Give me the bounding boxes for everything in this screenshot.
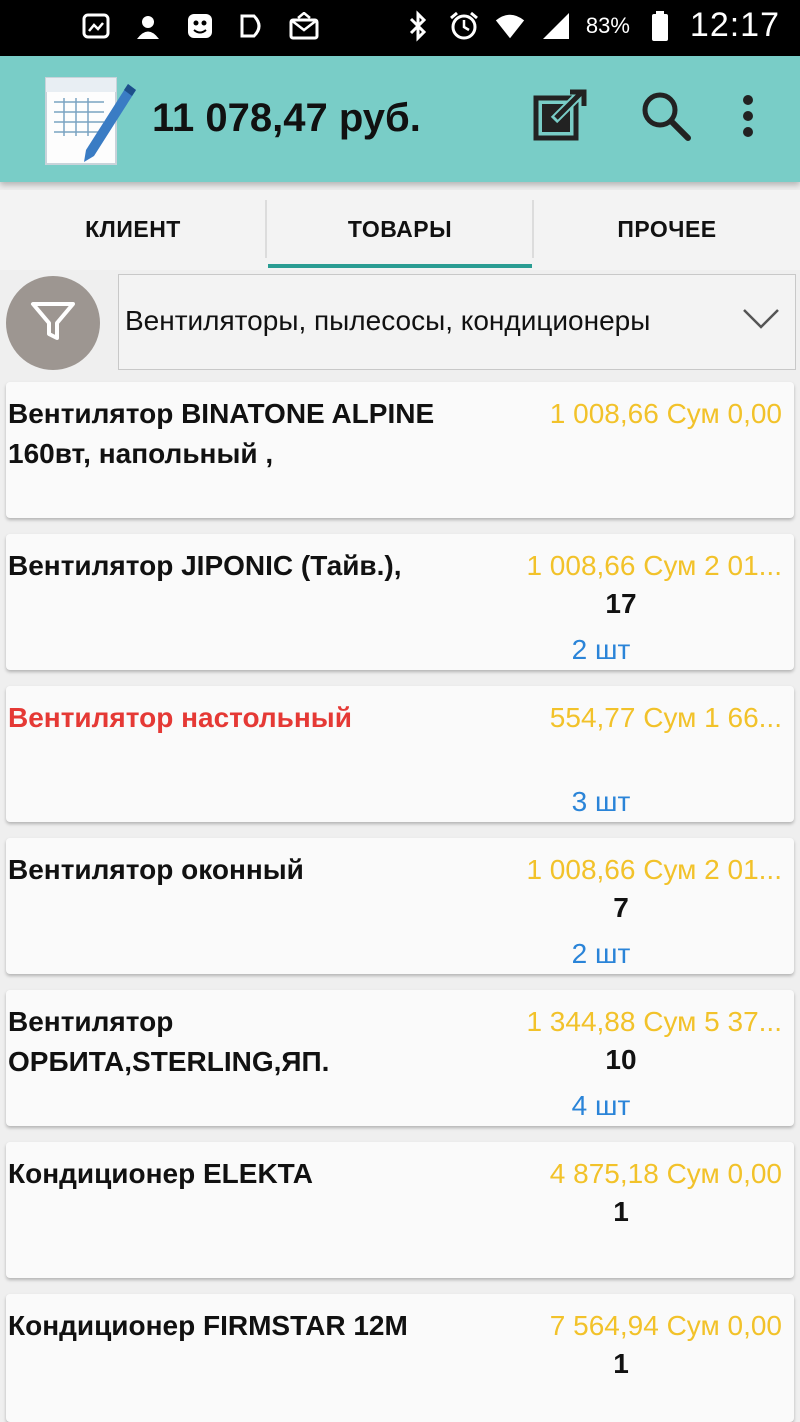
signal-icon (540, 10, 572, 42)
product-name: Вентилятор ОРБИТА,STERLING,ЯП. (8, 1006, 330, 1077)
product-stock: 10 (605, 1044, 637, 1075)
system-status: 83% 12:17 (402, 6, 780, 45)
product-price: 1 344,88 Сум 5 37... (526, 1006, 782, 1037)
tab-client[interactable]: КЛИЕНТ (0, 190, 266, 268)
alarm-icon (448, 10, 480, 42)
product-card[interactable]: Вентилятор BINATONE ALPINE 160вт, наполь… (6, 382, 794, 518)
product-quantity: 2 шт (571, 634, 631, 665)
product-price: 1 008,66 Сум 2 01... (526, 854, 782, 885)
more-vert-icon (741, 94, 755, 143)
clock: 12:17 (689, 6, 780, 44)
filter-icon (28, 296, 78, 351)
app-logo-icon (40, 70, 140, 170)
product-card[interactable]: Вентилятор ОРБИТА,STERLING,ЯП. 1 344,88 … (6, 990, 794, 1126)
wifi-icon (494, 10, 526, 42)
product-name: Кондиционер FIRMSTAR 12M (8, 1310, 408, 1341)
product-quantity: 2 шт (571, 938, 631, 969)
product-stock: 1 (613, 1196, 629, 1227)
notification-icons (80, 10, 320, 42)
tab-bar: КЛИЕНТ ТОВАРЫ ПРОЧЕЕ (0, 190, 800, 270)
category-selected-value: Вентиляторы, пылесосы, кондиционеры (125, 305, 651, 336)
order-total: 11 078,47 руб. (152, 96, 421, 140)
search-icon (638, 88, 694, 149)
product-name: Вентилятор настольный (8, 702, 352, 733)
product-quantity: 3 шт (571, 786, 631, 817)
document-notification-icon (236, 10, 268, 42)
overflow-menu-button[interactable] (716, 86, 780, 150)
product-quantity: 4 шт (571, 1090, 631, 1121)
filter-button[interactable] (6, 276, 100, 370)
product-stock: 17 (605, 588, 637, 619)
product-price: 1 008,66 Сум 2 01... (526, 550, 782, 581)
product-name: Вентилятор BINATONE ALPINE 160вт, наполь… (8, 398, 435, 469)
product-card[interactable]: Вентилятор JIPONIC (Тайв.), 1 008,66 Сум… (6, 534, 794, 670)
image-notification-icon (80, 10, 112, 42)
chevron-down-icon (741, 305, 781, 338)
product-card[interactable]: Кондиционер FIRMSTAR 12M 7 564,94 Сум 0,… (6, 1294, 794, 1422)
product-price: 1 008,66 Сум 0,00 (549, 398, 782, 429)
product-card[interactable]: Вентилятор настольный 554,77 Сум 1 66...… (6, 686, 794, 822)
status-bar: 83% 12:17 (0, 0, 800, 56)
product-price: 7 564,94 Сум 0,00 (549, 1310, 782, 1341)
product-card[interactable]: Вентилятор оконный 1 008,66 Сум 2 01... … (6, 838, 794, 974)
product-name: Вентилятор JIPONIC (Тайв.), (8, 550, 402, 581)
tab-goods[interactable]: ТОВАРЫ (267, 190, 533, 268)
product-price: 4 875,18 Сум 0,00 (549, 1158, 782, 1189)
product-name: Кондиционер ELEKTA (8, 1158, 313, 1189)
battery-percent: 83% (585, 12, 630, 38)
search-button[interactable] (634, 86, 698, 150)
edit-button[interactable] (528, 86, 592, 150)
active-tab-indicator (268, 264, 532, 268)
tab-other[interactable]: ПРОЧЕЕ (534, 190, 800, 268)
app-bar: 11 078,47 руб. (0, 56, 800, 182)
product-stock: 7 (613, 892, 629, 923)
product-stock: 1 (613, 1348, 629, 1379)
product-card[interactable]: Кондиционер ELEKTA 4 875,18 Сум 0,00 1 (6, 1142, 794, 1278)
mail-notification-icon (288, 10, 320, 42)
product-price: 554,77 Сум 1 66... (549, 702, 782, 733)
contact-notification-icon (132, 10, 164, 42)
product-name: Вентилятор оконный (8, 854, 304, 885)
bluetooth-icon (402, 9, 434, 42)
edit-icon (532, 88, 588, 149)
battery-icon (644, 10, 676, 42)
category-dropdown[interactable]: Вентиляторы, пылесосы, кондиционеры (118, 274, 796, 370)
face-notification-icon (184, 10, 216, 42)
